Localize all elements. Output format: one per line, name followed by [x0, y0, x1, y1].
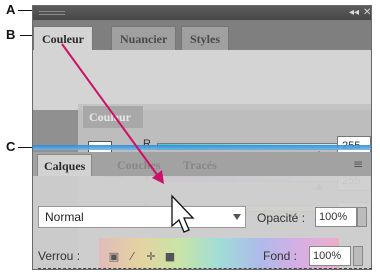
dock-bottom-edge	[38, 268, 372, 269]
lock-brush-icon[interactable]: ⁄	[126, 251, 138, 263]
drag-grip[interactable]	[39, 11, 65, 15]
opacity-label: Opacité :	[257, 211, 306, 225]
fill-field[interactable]: 100%	[309, 246, 351, 266]
panel-titlebar[interactable]: ◂◂ ✕	[33, 6, 371, 20]
chevron-down-icon	[233, 214, 241, 220]
fill-label: Fond :	[263, 249, 298, 263]
collapse-icon[interactable]: ◂◂	[349, 7, 359, 18]
callout-a: A	[6, 2, 16, 17]
lock-transparency-icon[interactable]: ▣	[108, 251, 120, 263]
tab-nuancier[interactable]: Nuancier	[111, 26, 177, 50]
layers-panel-tabs: Calques Couches Tracés ≡	[33, 152, 371, 176]
callout-b: B	[6, 27, 16, 42]
tab-traces[interactable]: Tracés	[177, 154, 223, 176]
blend-mode-select[interactable]: Normal	[38, 206, 246, 228]
opacity-field[interactable]: 100%	[315, 207, 357, 227]
panel-menu-icon[interactable]: ≡	[353, 157, 363, 171]
lock-all-icon[interactable]: ■	[164, 251, 176, 263]
tab-couches[interactable]: Couches	[111, 154, 166, 176]
color-panel-body	[33, 50, 371, 110]
dragged-panel-tab: Couleur	[83, 106, 143, 128]
tab-couleur[interactable]: Couleur	[33, 26, 93, 51]
opacity-stepper[interactable]	[357, 207, 367, 227]
lock-move-icon[interactable]: ✛	[145, 251, 157, 263]
blend-mode-value: Normal	[45, 210, 84, 224]
close-icon[interactable]: ✕	[363, 7, 371, 18]
tab-calques[interactable]: Calques	[37, 154, 93, 176]
lock-label: Verrou :	[38, 249, 81, 263]
tab-styles[interactable]: Styles	[181, 26, 229, 50]
fill-stepper[interactable]	[353, 246, 363, 266]
panel-dock: ◂◂ ✕ Couleur Nuancier Styles Couleur R 2…	[32, 5, 372, 270]
drop-zone-indicator	[33, 145, 371, 150]
callout-c: C	[6, 139, 16, 154]
color-panel-tabs: Couleur Nuancier Styles	[33, 20, 371, 51]
